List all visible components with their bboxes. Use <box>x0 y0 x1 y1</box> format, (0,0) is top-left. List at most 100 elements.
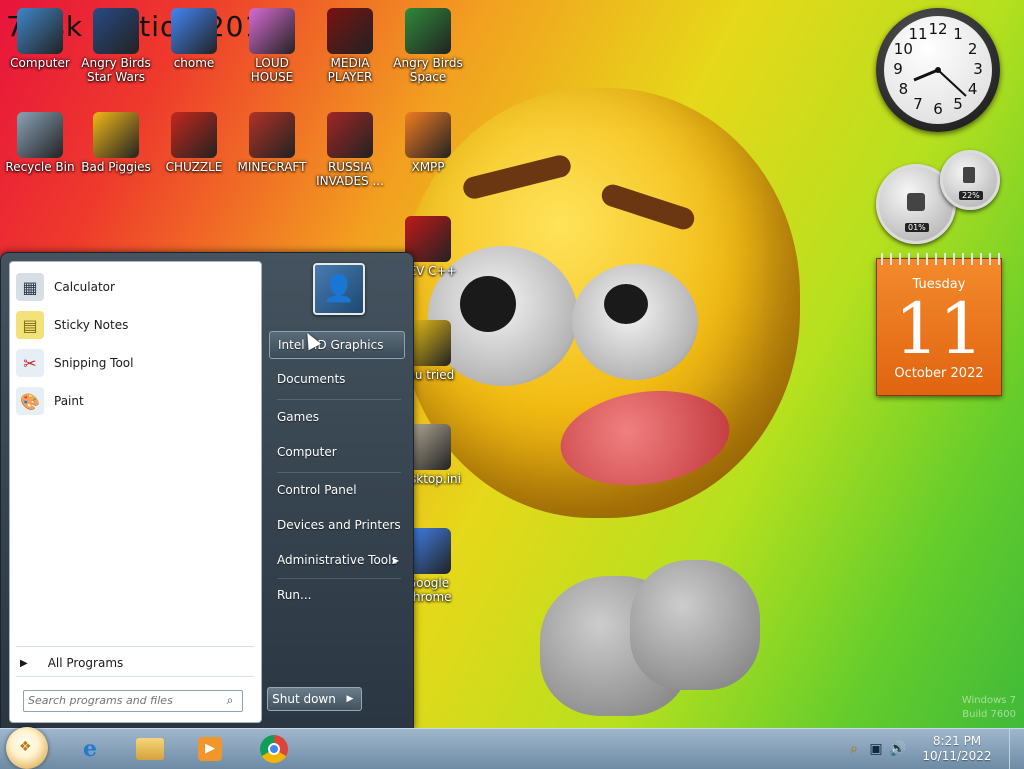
desktop-icon-label: XMPP <box>411 160 445 174</box>
desktop-icon-label: Computer <box>10 56 70 70</box>
taskbar-chrome[interactable] <box>248 731 300 767</box>
desktop-icon[interactable]: Angry Birds Space <box>390 8 466 84</box>
clock-date: 10/11/2022 <box>922 749 992 763</box>
clock-number: 11 <box>908 25 928 44</box>
network-icon[interactable]: ▣ <box>865 738 887 760</box>
desktop-icon-label: chome <box>173 56 215 70</box>
game-icon <box>93 112 139 158</box>
menu-item-games[interactable]: Games <box>269 403 405 431</box>
shutdown-options-button[interactable]: ▶ <box>339 687 362 711</box>
palette-icon: 🎨 <box>16 387 44 415</box>
calendar-gadget[interactable]: Tuesday 11 October 2022 <box>876 253 1002 396</box>
xampp-icon <box>405 112 451 158</box>
start-button[interactable]: ❖ <box>6 727 48 769</box>
desktop-icon[interactable]: Recycle Bin <box>2 112 78 174</box>
start-search-box[interactable]: ⌕ <box>23 690 243 712</box>
program-sticky-notes[interactable]: ▤ Sticky Notes <box>14 308 254 342</box>
menu-item-label: Games <box>277 410 319 424</box>
desktop-icon[interactable]: MINECRAFT <box>234 112 310 174</box>
clock-number: 2 <box>967 40 978 58</box>
menu-item-computer[interactable]: Computer <box>269 438 405 466</box>
taskbar-clock[interactable]: 8:21 PM 10/11/2022 <box>909 734 1005 764</box>
desktop-icon-label: Recycle Bin <box>5 160 75 174</box>
recycle-bin-icon <box>17 112 63 158</box>
search-tray-icon[interactable]: ⌕ <box>843 738 865 760</box>
all-programs-label: All Programs <box>47 656 124 670</box>
desktop-icon-label: CHUZZLE <box>165 160 223 174</box>
shutdown-button[interactable]: Shut down <box>267 687 341 711</box>
taskbar-media-player[interactable]: ▶ <box>184 731 236 767</box>
desktop-icon[interactable]: CHUZZLE <box>156 112 232 174</box>
flash-icon <box>327 8 373 54</box>
menu-item-devices-printers[interactable]: Devices and Printers <box>269 511 405 539</box>
clock-number: 9 <box>893 60 903 78</box>
search-separator <box>16 676 254 677</box>
menu-item-control-panel[interactable]: Control Panel <box>269 476 405 504</box>
clock-gadget[interactable]: 12 1 2 3 4 5 6 7 8 9 10 11 <box>876 8 1000 132</box>
desktop-icon[interactable]: RUSSIA INVADES ... <box>312 112 388 188</box>
calendar-month-year: October 2022 <box>894 366 984 381</box>
menu-item-label: Administrative Tools <box>277 553 398 567</box>
windows-logo-icon: ❖ <box>19 739 32 755</box>
clock-number: 5 <box>953 94 963 113</box>
desktop-icon[interactable]: LOUD HOUSE <box>234 8 310 84</box>
taskbar-windows-explorer[interactable] <box>124 731 176 767</box>
program-snipping-tool[interactable]: ✂ Snipping Tool <box>14 346 254 380</box>
memory-chip-icon <box>963 167 975 183</box>
show-desktop-button[interactable] <box>1009 729 1024 769</box>
taskbar: ❖ e ▶ ⌕ ▣ 🔊 8:21 PM 10/11/2022 <box>0 727 1024 769</box>
menu-item-intel-graphics[interactable]: Intel HD Graphics <box>269 331 405 359</box>
desktop-icon[interactable]: Bad Piggies <box>78 112 154 174</box>
game-icon <box>405 8 451 54</box>
menu-item-documents[interactable]: Documents <box>269 365 405 393</box>
search-icon[interactable]: ⌕ <box>222 693 238 709</box>
calendar-rings <box>877 253 1001 265</box>
start-menu-programs-pane: ▦ Calculator ▤ Sticky Notes ✂ Snipping T… <box>9 261 262 723</box>
menu-separator <box>277 578 401 579</box>
volume-icon[interactable]: 🔊 <box>887 738 909 760</box>
user-picture[interactable]: 👤 <box>313 263 365 315</box>
desktop-icon[interactable]: chome <box>156 8 232 70</box>
wallpaper-legs <box>520 520 790 730</box>
user-avatar-icon: 👤 <box>322 274 356 304</box>
wallpaper-pupil <box>460 276 516 332</box>
program-paint[interactable]: 🎨 Paint <box>14 384 254 418</box>
cpu-value: 01% <box>905 223 929 232</box>
wallpaper-pupil <box>604 284 648 324</box>
submenu-arrow-icon: ▶ <box>392 555 399 565</box>
desktop-icon[interactable]: MEDIA PLAYER <box>312 8 388 84</box>
desktop-icon-label: Angry Birds Star Wars <box>81 56 151 84</box>
start-menu: ▦ Calculator ▤ Sticky Notes ✂ Snipping T… <box>0 252 414 730</box>
cartoon-icon <box>249 8 295 54</box>
desktop-icon[interactable]: Computer <box>2 8 78 70</box>
clock-number: 12 <box>928 20 948 38</box>
menu-item-label: Devices and Printers <box>277 518 401 532</box>
menu-item-administrative-tools[interactable]: Administrative Tools ▶ <box>269 546 405 574</box>
watermark-line1: Windows 7 <box>961 695 1016 706</box>
clock-number: 8 <box>898 80 909 98</box>
game-icon <box>249 112 295 158</box>
desktop-icon[interactable]: Angry Birds Star Wars <box>78 8 154 84</box>
media-player-icon: ▶ <box>198 737 222 761</box>
desktop-icon-label: LOUD HOUSE <box>250 56 294 84</box>
menu-item-label: Control Panel <box>277 483 357 497</box>
all-programs-button[interactable]: ▶ All Programs <box>20 652 250 674</box>
chrome-icon <box>260 735 288 763</box>
search-input[interactable] <box>24 691 222 709</box>
menu-item-run[interactable]: Run... <box>269 581 405 609</box>
clock-time: 8:21 PM <box>932 734 982 748</box>
program-calculator[interactable]: ▦ Calculator <box>14 270 254 304</box>
cpu-chip-icon <box>907 193 925 211</box>
calculator-icon: ▦ <box>16 273 44 301</box>
taskbar-internet-explorer[interactable]: e <box>64 731 116 767</box>
program-label: Snipping Tool <box>54 356 134 370</box>
game-icon <box>171 112 217 158</box>
program-label: Calculator <box>54 280 115 294</box>
clock-face: 12 1 2 3 4 5 6 7 8 9 10 11 <box>884 16 992 124</box>
windows-watermark: Windows 7 Build 7600 <box>962 694 1016 722</box>
browser-icon <box>171 8 217 54</box>
desktop-icon[interactable]: XMPP <box>390 112 466 174</box>
memory-value: 22% <box>959 191 983 200</box>
system-tray: ⌕ ▣ 🔊 8:21 PM 10/11/2022 <box>843 729 1024 769</box>
desktop-icon-label: MINECRAFT <box>237 160 307 174</box>
